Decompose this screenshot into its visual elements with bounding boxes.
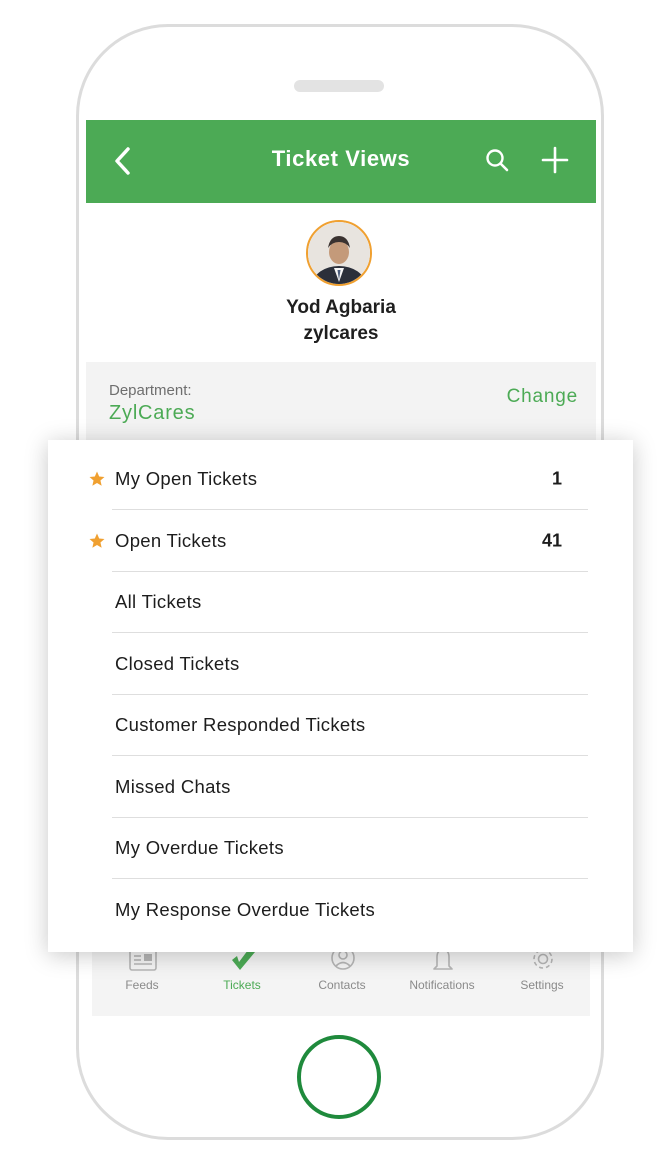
- search-icon: [486, 149, 509, 172]
- view-label: My Open Tickets: [115, 467, 258, 489]
- ticket-views-popup: My Open Tickets 1 Open Tickets 41 All Ti…: [48, 440, 633, 952]
- home-button[interactable]: [297, 1035, 381, 1119]
- view-count: 1: [551, 468, 562, 489]
- view-label: My Overdue Tickets: [115, 836, 284, 858]
- view-label: My Response Overdue Tickets: [115, 898, 376, 920]
- view-label: Closed Tickets: [115, 652, 240, 674]
- view-item-my-overdue-tickets[interactable]: My Overdue Tickets: [112, 817, 588, 879]
- add-button[interactable]: [540, 145, 570, 175]
- tab-label: Tickets: [223, 978, 261, 992]
- phone-speaker: [294, 80, 384, 92]
- avatar: [306, 220, 372, 286]
- department-label: Department:: [109, 382, 192, 399]
- view-item-missed-chats[interactable]: Missed Chats: [112, 756, 588, 818]
- view-item-my-response-overdue-tickets[interactable]: My Response Overdue Tickets: [112, 879, 588, 941]
- view-item-my-open-tickets[interactable]: My Open Tickets 1: [89, 448, 588, 510]
- app-header: Ticket Views: [86, 120, 596, 203]
- tab-label: Contacts: [318, 978, 366, 992]
- department-bar: Department: ZylCares Change: [86, 362, 596, 442]
- tab-label: Feeds: [125, 978, 159, 992]
- view-item-customer-responded-tickets[interactable]: Customer Responded Tickets: [112, 694, 588, 756]
- star-icon: [89, 533, 105, 548]
- plus-icon: [541, 146, 569, 174]
- tab-label: Notifications: [409, 978, 475, 992]
- page-title: Ticket Views: [271, 146, 411, 171]
- tab-label: Settings: [520, 978, 564, 992]
- view-label: Customer Responded Tickets: [115, 713, 366, 735]
- star-icon: [89, 471, 105, 486]
- user-name: Yod Agbaria: [286, 297, 396, 318]
- view-label: Missed Chats: [115, 775, 231, 797]
- view-count: 41: [541, 530, 562, 551]
- department-value: ZylCares: [109, 402, 196, 424]
- view-label: Open Tickets: [115, 529, 227, 551]
- view-label: All Tickets: [115, 590, 202, 612]
- view-item-open-tickets[interactable]: Open Tickets 41: [89, 510, 588, 572]
- user-org: zylcares: [303, 323, 379, 344]
- change-department-button[interactable]: Change: [507, 386, 578, 408]
- view-item-all-tickets[interactable]: All Tickets: [112, 571, 588, 633]
- view-item-closed-tickets[interactable]: Closed Tickets: [112, 633, 588, 695]
- search-button[interactable]: [484, 147, 512, 175]
